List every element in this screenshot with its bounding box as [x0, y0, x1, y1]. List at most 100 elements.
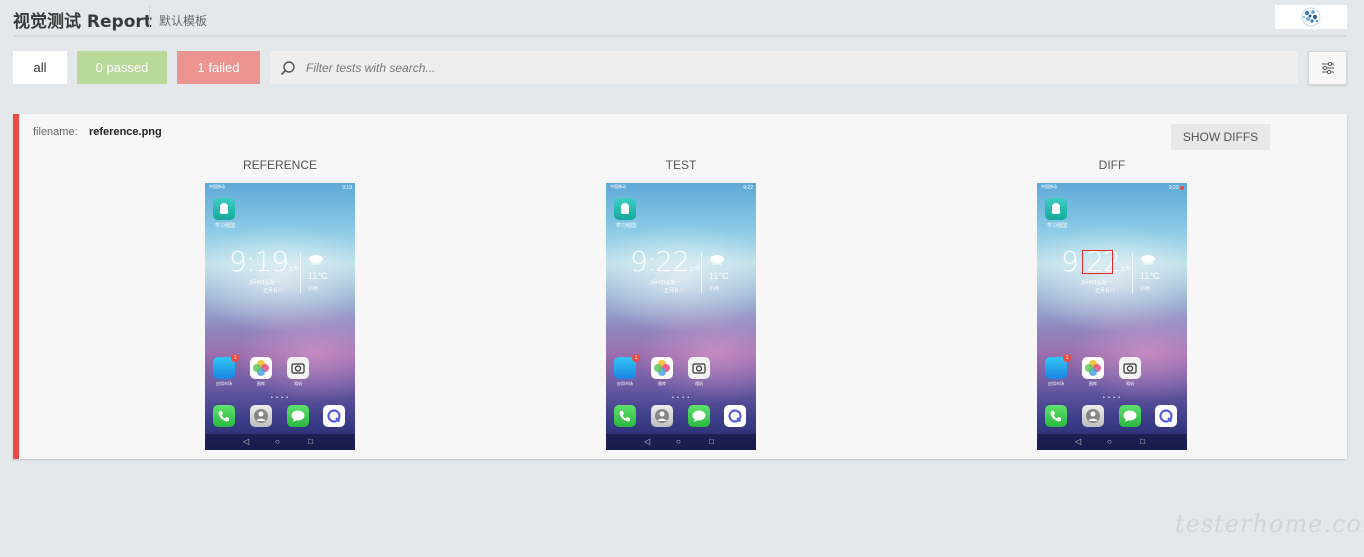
date-text: 3月4日星期一: [650, 280, 681, 286]
messages-icon: [1119, 405, 1141, 427]
filter-passed-button[interactable]: 0 passed: [77, 51, 167, 84]
globe-logo-icon: [1301, 7, 1321, 27]
app-label: 相机: [1126, 381, 1134, 386]
lunar-date-text: 正月廿八: [664, 288, 685, 294]
study-app-icon: [213, 198, 235, 220]
lockscreen-clock: 9:19上午: [229, 245, 300, 278]
search-bar: [270, 51, 1298, 84]
reference-column: REFERENCE 中国移动 9:19 学习强国 9:19上午 3月4日星期一 …: [204, 158, 356, 450]
status-carrier: 中国移动: [209, 184, 225, 189]
app-label: 应用市场: [216, 381, 232, 386]
watermark: testerhome.com: [1175, 510, 1364, 538]
home-icon: ○: [1107, 437, 1112, 446]
app-label: 相机: [294, 381, 302, 386]
camera-icon: [1119, 357, 1141, 379]
cloud-rain-icon: [1141, 255, 1155, 265]
back-icon: ◁: [644, 437, 651, 446]
app-label: 学习强国: [1046, 223, 1067, 229]
page-dots: • • • •: [1103, 395, 1122, 401]
app-store-icon: 1: [614, 354, 640, 379]
search-input[interactable]: [306, 51, 1286, 84]
photos-icon: [250, 357, 272, 379]
app-label: 相机: [695, 381, 703, 386]
app-label: 图库: [1089, 381, 1097, 386]
camera-icon: [688, 357, 710, 379]
study-app-icon: [1045, 198, 1067, 220]
notification-badge: 1: [231, 354, 239, 362]
android-navbar: ◁ ○ □: [1037, 434, 1187, 450]
filter-all-button[interactable]: all: [13, 51, 67, 84]
photos-icon: [1082, 357, 1104, 379]
page-dots: • • • •: [672, 395, 691, 401]
back-icon: ◁: [1075, 437, 1082, 446]
diff-screenshot[interactable]: 中国移动 9:22 学习强国 9:22上午 3月4日星期一 正月廿八 11°C …: [1037, 183, 1187, 450]
photos-icon: [651, 357, 673, 379]
recents-icon: □: [709, 437, 714, 446]
app-label: 应用市场: [617, 381, 633, 386]
status-time: 9:22: [743, 185, 753, 191]
app-label: 图库: [257, 381, 265, 386]
lunar-date-text: 正月廿八: [263, 288, 284, 294]
status-time: 9:22: [1169, 185, 1184, 191]
contacts-icon: [1082, 405, 1104, 427]
settings-button[interactable]: [1308, 51, 1347, 85]
column-label: DIFF: [1098, 158, 1126, 172]
phone-app-icon: [614, 405, 636, 427]
title-divider: [149, 6, 150, 28]
filter-failed-button[interactable]: 1 failed: [177, 51, 260, 84]
reference-screenshot[interactable]: 中国移动 9:19 学习强国 9:19上午 3月4日星期一 正月廿八 11°C …: [205, 183, 355, 450]
date-text: 3月4日星期一: [1081, 280, 1112, 286]
status-time: 9:19: [342, 185, 352, 191]
report-header: 视觉测试 Report 默认模板: [0, 0, 1364, 37]
phone-app-icon: [213, 405, 235, 427]
header-divider: [13, 35, 1347, 37]
lockscreen-clock: 9:22上午: [630, 245, 701, 278]
notification-badge: 1: [632, 354, 640, 362]
app-label: 应用市场: [1048, 381, 1064, 386]
app-label: 学习强国: [615, 223, 636, 229]
column-label: REFERENCE: [242, 158, 317, 172]
weather-desc: 小雨: [709, 286, 720, 292]
page-title: 视觉测试 Report: [13, 12, 152, 32]
test-result-card: filename: reference.png SHOW DIFFS REFER…: [13, 114, 1347, 459]
android-navbar: ◁ ○ □: [606, 434, 756, 450]
study-app-icon: [614, 198, 636, 220]
recents-icon: □: [1140, 437, 1145, 446]
temperature: 11°C: [1140, 271, 1160, 281]
messages-icon: [688, 405, 710, 427]
temperature: 11°C: [709, 271, 729, 281]
logo: [1275, 5, 1347, 29]
browser-icon: [724, 405, 746, 427]
sliders-icon: [1321, 61, 1334, 75]
temperature: 11°C: [308, 271, 328, 281]
lunar-date-text: 正月廿八: [1095, 288, 1116, 294]
contacts-icon: [250, 405, 272, 427]
filename-value: reference.png: [89, 126, 162, 138]
app-label: 学习强国: [214, 223, 235, 229]
browser-icon: [1155, 405, 1177, 427]
home-icon: ○: [676, 437, 681, 446]
filename-label: filename:: [33, 126, 78, 138]
cloud-rain-icon: [309, 255, 323, 265]
template-name: 默认模板: [159, 14, 208, 28]
status-carrier: 中国移动: [610, 184, 626, 189]
test-screenshot[interactable]: 中国移动 9:22 学习强国 9:22上午 3月4日星期一 正月廿八 11°C …: [606, 183, 756, 450]
home-icon: ○: [275, 437, 280, 446]
page-dots: • • • •: [271, 395, 290, 401]
column-label: TEST: [665, 158, 697, 172]
camera-icon: [287, 357, 309, 379]
contacts-icon: [651, 405, 673, 427]
weather-desc: 小雨: [308, 286, 319, 292]
status-carrier: 中国移动: [1041, 184, 1057, 189]
diff-column: DIFF 中国移动 9:22 学习强国 9:22上午 3月4日星期一 正月廿八 …: [1036, 158, 1188, 450]
show-diffs-button[interactable]: SHOW DIFFS: [1171, 124, 1270, 150]
test-column: TEST 中国移动 9:22 学习强国 9:22上午 3月4日星期一 正月廿八 …: [605, 158, 757, 450]
app-label: 图库: [658, 381, 666, 386]
phone-app-icon: [1045, 405, 1067, 427]
search-icon: [280, 61, 295, 76]
browser-icon: [323, 405, 345, 427]
cloud-rain-icon: [710, 255, 724, 265]
recents-icon: □: [308, 437, 313, 446]
app-store-icon: 1: [213, 354, 239, 379]
back-icon: ◁: [243, 437, 250, 446]
